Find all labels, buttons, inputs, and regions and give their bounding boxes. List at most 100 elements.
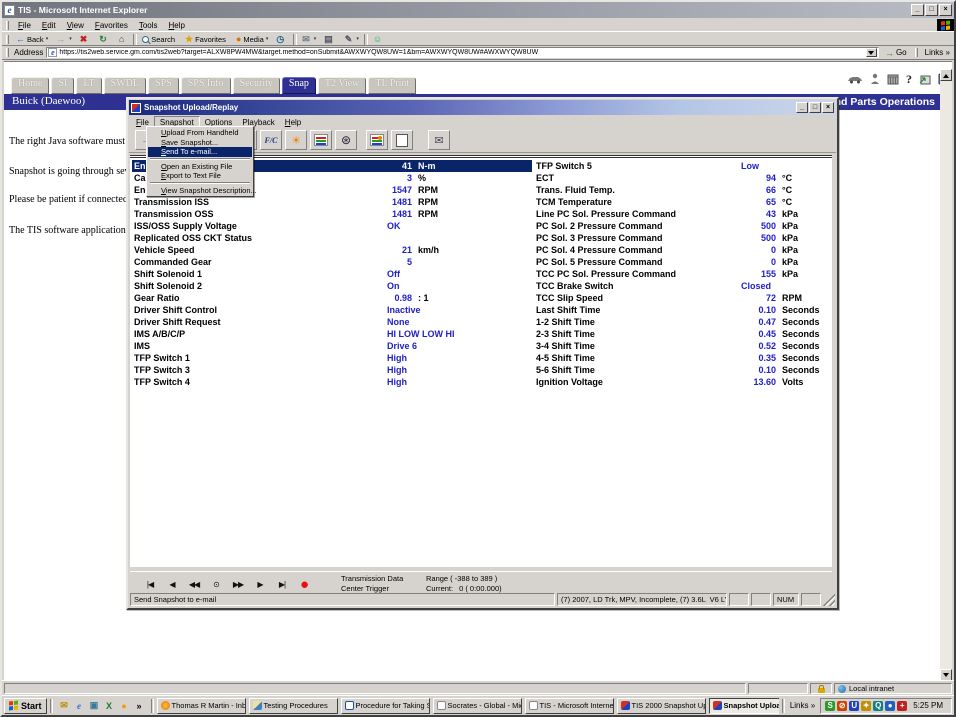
table-row[interactable]: Ignition Voltage 13.60 Volts xyxy=(534,376,834,388)
tray-icon-5[interactable]: Q xyxy=(873,701,883,711)
links-toolbar[interactable]: Links » xyxy=(788,701,817,710)
play-button[interactable]: ⊙ xyxy=(206,576,226,592)
table-row[interactable]: Driver Shift Control Inactive xyxy=(132,304,532,316)
tis-tab[interactable]: TL Print xyxy=(368,77,416,94)
graph-brightness-icon[interactable] xyxy=(366,130,388,150)
task-snapshot-upload[interactable]: Snapshot Upload/Re... xyxy=(709,698,779,714)
table-row[interactable]: TFP Switch 3 High xyxy=(132,364,532,376)
quick-launch-more[interactable]: » xyxy=(134,700,145,711)
units-fc-toggle-icon[interactable]: F/C xyxy=(260,130,282,150)
wheel-icon[interactable]: ⊛ xyxy=(335,130,357,150)
table-row[interactable]: TFP Switch 1 High xyxy=(132,352,532,364)
media-button[interactable]: ●Media▾ xyxy=(233,33,271,45)
table-row[interactable]: ISS/OSS Supply Voltage OK xyxy=(132,220,532,232)
step-forward-button[interactable]: ▶ xyxy=(250,576,270,592)
table-row[interactable]: 4-5 Shift Time 0.35 Seconds xyxy=(534,352,834,364)
table-row[interactable]: Driver Shift Request None xyxy=(132,316,532,328)
table-row[interactable]: 1-2 Shift Time 0.47 Seconds xyxy=(534,316,834,328)
minimize-button[interactable]: _ xyxy=(911,4,924,16)
close-button[interactable]: × xyxy=(822,102,834,113)
refresh-button[interactable]: ↻ xyxy=(96,33,114,45)
table-row[interactable]: Transmission OSS 1481 RPM xyxy=(132,208,532,220)
toolbar-grip[interactable] xyxy=(915,48,918,57)
links-toolbar[interactable]: Links » xyxy=(923,48,952,57)
menu-item-save-snapshot[interactable]: Save Snapshot... xyxy=(148,138,252,148)
task-tis-ie[interactable]: TIS - Microsoft Internet ... xyxy=(525,698,614,714)
graph-icon[interactable] xyxy=(310,130,332,150)
go-button[interactable]: → Go xyxy=(882,48,910,58)
menu-separator[interactable] xyxy=(148,157,252,162)
tis-tab[interactable]: LT xyxy=(76,77,101,94)
table-row[interactable]: 3-4 Shift Time 0.52 Seconds xyxy=(534,340,834,352)
toolbar-separator[interactable] xyxy=(133,34,137,45)
table-row[interactable]: ECT 94 °C xyxy=(534,172,834,184)
minimize-button[interactable]: _ xyxy=(796,102,808,113)
page-scrollbar[interactable] xyxy=(940,69,952,680)
tray-icon-4[interactable]: ✦ xyxy=(861,701,871,711)
menu[interactable]: Edit xyxy=(37,20,61,31)
tray-icon-7[interactable]: + xyxy=(897,701,907,711)
table-row[interactable]: PC Sol. 5 Pressure Command 0 kPa xyxy=(534,256,834,268)
tray-icon-3[interactable]: U xyxy=(849,701,859,711)
blank-box-icon[interactable] xyxy=(391,130,413,150)
print-button[interactable]: ▤ xyxy=(321,33,340,45)
table-row[interactable]: TFP Switch 5 Low xyxy=(534,160,834,172)
table-row[interactable]: 2-3 Shift Time 0.45 Seconds xyxy=(534,328,834,340)
mail-icon[interactable]: ✉ xyxy=(428,130,450,150)
menu[interactable]: File xyxy=(13,20,36,31)
edit-button[interactable]: ✎▾ xyxy=(342,33,362,45)
table-row[interactable]: Line PC Sol. Pressure Command 43 kPa xyxy=(534,208,834,220)
taskbar-clock[interactable]: 5:25 PM xyxy=(909,701,947,710)
resize-grip[interactable] xyxy=(823,593,835,606)
export-window-icon[interactable] xyxy=(919,74,931,85)
tis-tab[interactable]: SI xyxy=(51,77,74,94)
table-row[interactable]: Commanded Gear 5 xyxy=(132,256,532,268)
task-tis2000-snapshot[interactable]: TIS 2000 Snapshot Uplo... xyxy=(617,698,706,714)
seek-end-button[interactable]: ▶| xyxy=(272,576,292,592)
task-socrates[interactable]: Socrates - Global - Micro... xyxy=(433,698,522,714)
menu-item-export-text-file[interactable]: Export to Text File xyxy=(148,171,252,181)
menu-item-view-snapshot-description[interactable]: View Snapshot Description... xyxy=(148,186,252,196)
help-icon[interactable]: ? xyxy=(906,72,912,87)
mail-button[interactable]: ✉▾ xyxy=(299,33,319,45)
start-button[interactable]: Start xyxy=(4,698,47,714)
menu-item-send-to-email[interactable]: Send To e-mail... xyxy=(148,147,252,157)
tis-tab[interactable]: SPS Info xyxy=(181,77,231,94)
tray-icon-2[interactable]: ⊘ xyxy=(837,701,847,711)
tis-tab[interactable]: Snap xyxy=(282,77,316,94)
rewind-button[interactable]: ◀◀ xyxy=(184,576,204,592)
forward-button[interactable]: →▾ xyxy=(53,33,75,45)
table-row[interactable]: TCC Slip Speed 72 RPM xyxy=(534,292,834,304)
address-dropdown-button[interactable] xyxy=(866,48,877,57)
toolbar-grip[interactable] xyxy=(6,21,9,30)
toolbar-separator[interactable] xyxy=(364,34,368,45)
table-row[interactable]: 5-6 Shift Time 0.10 Seconds xyxy=(534,364,834,376)
table-row[interactable]: Shift Solenoid 1 Off xyxy=(132,268,532,280)
record-button[interactable]: ● xyxy=(294,576,314,592)
table-row[interactable]: IMS A/B/C/P HI LOW LOW HI xyxy=(132,328,532,340)
table-row[interactable]: Last Shift Time 0.10 Seconds xyxy=(534,304,834,316)
table-row[interactable]: TCC PC Sol. Pressure Command 155 kPa xyxy=(534,268,834,280)
tis-tab[interactable]: T2 View xyxy=(318,77,367,94)
menu[interactable]: Help xyxy=(280,117,306,128)
table-row[interactable]: Vehicle Speed 21 km/h xyxy=(132,244,532,256)
history-button[interactable]: ◷ xyxy=(273,33,291,45)
tray-icon-1[interactable]: S xyxy=(825,701,835,711)
close-button[interactable]: × xyxy=(939,4,952,16)
menu[interactable]: Favorites xyxy=(90,20,133,31)
fast-forward-button[interactable]: ▶▶ xyxy=(228,576,248,592)
menu-separator[interactable] xyxy=(148,181,252,186)
back-button[interactable]: ←Back▾ xyxy=(13,33,51,45)
scroll-up-button[interactable] xyxy=(940,69,952,81)
table-row[interactable]: Transmission ISS 1481 RPM xyxy=(132,196,532,208)
quick-launch-ie[interactable]: e xyxy=(74,700,85,711)
brightness-icon[interactable]: ☀ xyxy=(285,130,307,150)
tis-tab[interactable]: SWDL xyxy=(104,77,146,94)
table-row[interactable]: IMS Drive 6 xyxy=(132,340,532,352)
toolbar-grip[interactable] xyxy=(6,48,9,57)
table-row[interactable]: TCC Brake Switch Closed xyxy=(534,280,834,292)
building-icon[interactable] xyxy=(887,74,899,85)
task-testing-procedures[interactable]: Testing Procedures xyxy=(249,698,338,714)
tis-tab[interactable]: SPS xyxy=(148,77,179,94)
toolbar-separator[interactable] xyxy=(293,34,297,45)
